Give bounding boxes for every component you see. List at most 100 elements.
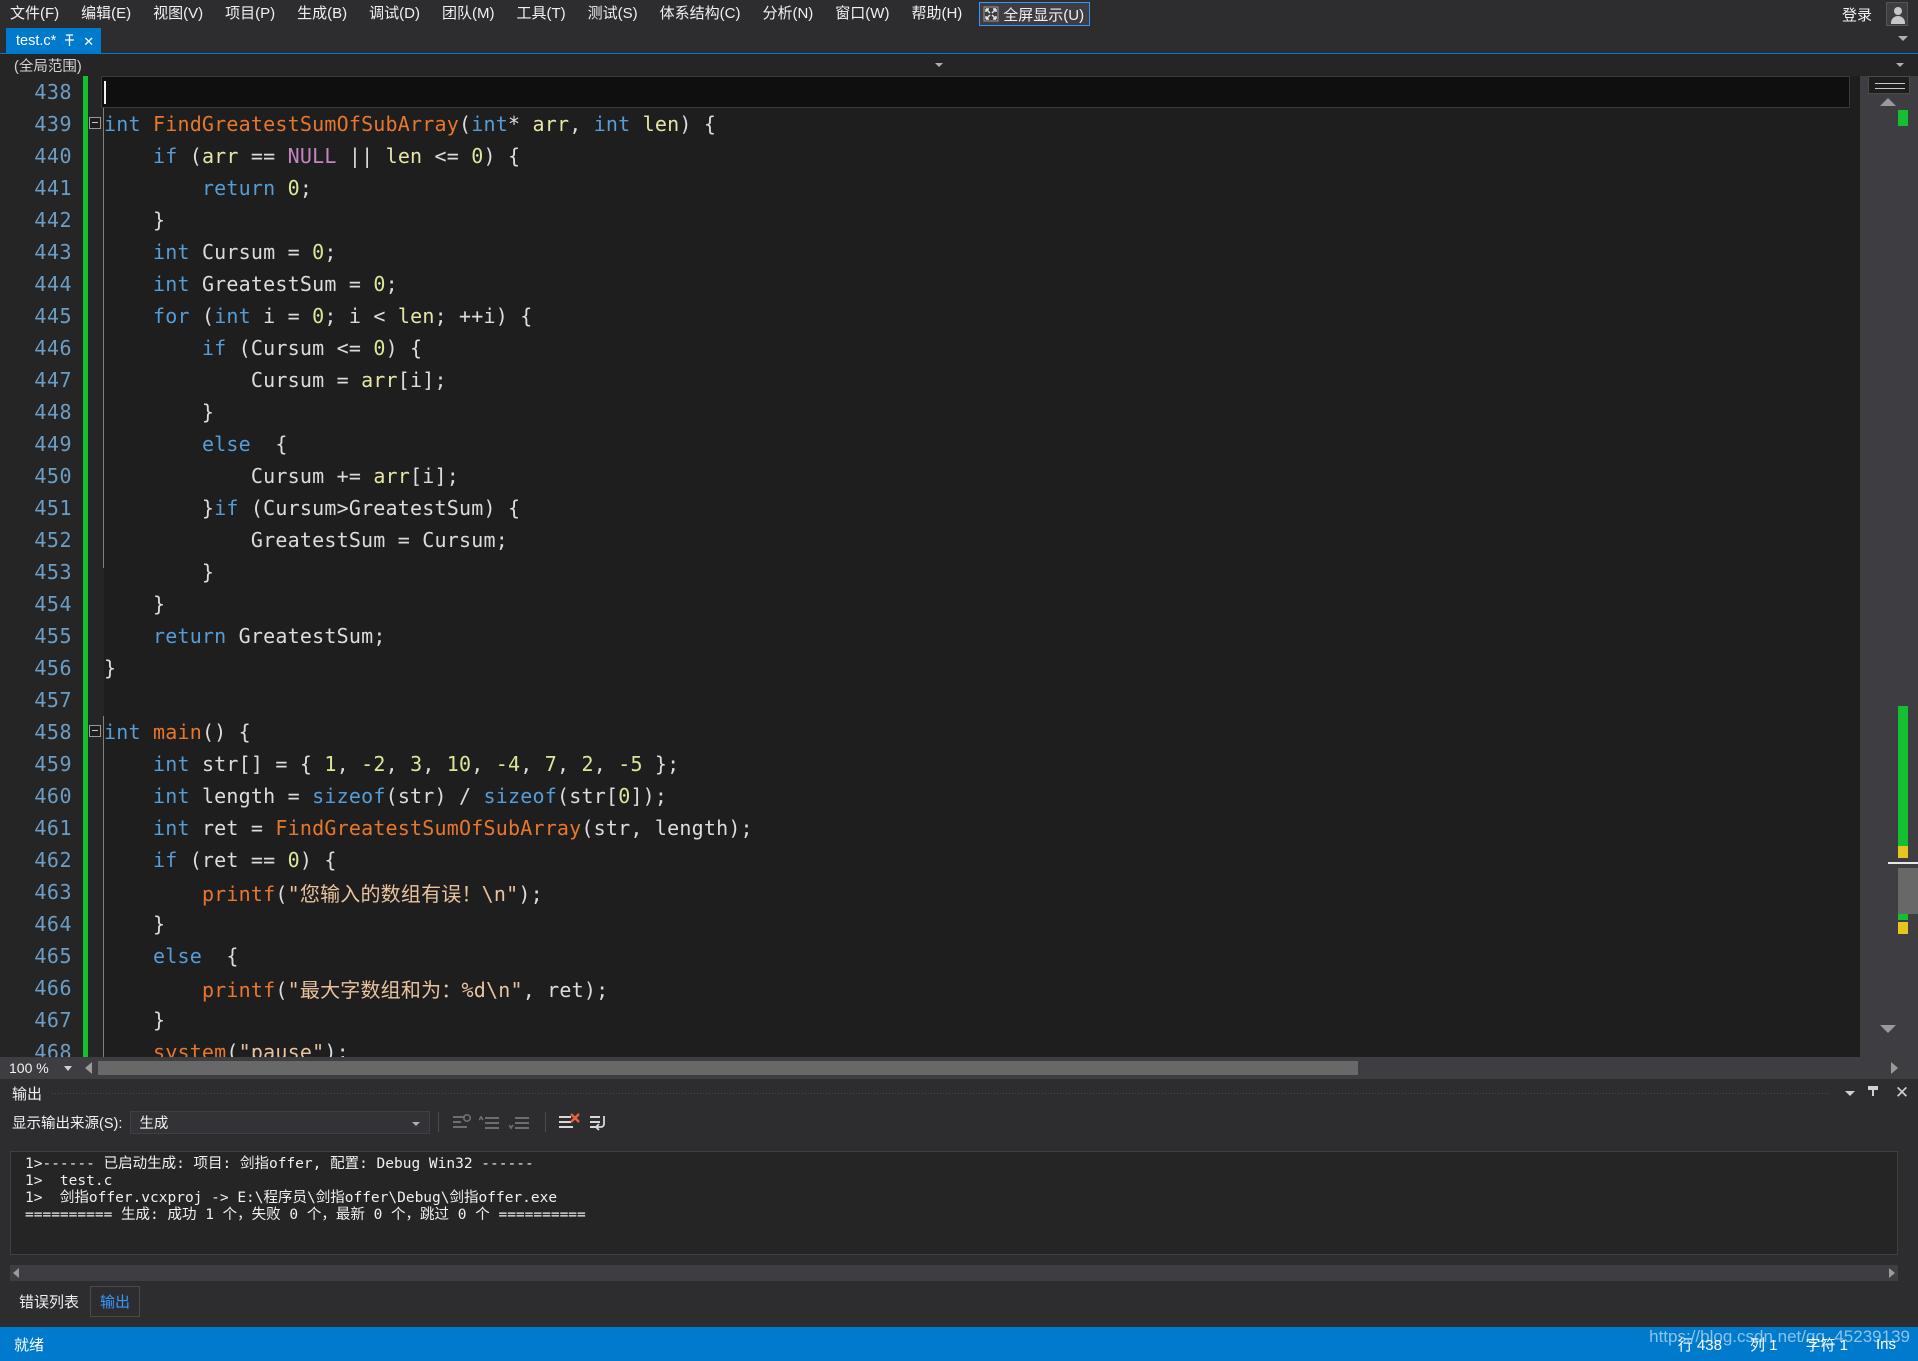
code-line[interactable]: 447 Cursum = arr[i];: [0, 364, 1860, 396]
fold-column[interactable]: [88, 300, 104, 332]
editor-split-handle[interactable]: [1868, 76, 1910, 94]
fullscreen-button[interactable]: 全屏显示(U): [979, 2, 1091, 26]
document-tab-test-c[interactable]: test.c* ✕: [6, 28, 102, 54]
chevron-down-icon[interactable]: [935, 63, 943, 67]
chevron-down-icon[interactable]: [412, 1121, 421, 1126]
code-line[interactable]: 450 Cursum += arr[i];: [0, 460, 1860, 492]
code-line[interactable]: 444 int GreatestSum = 0;: [0, 268, 1860, 300]
clear-all-icon[interactable]: [556, 1110, 582, 1134]
fold-column[interactable]: [88, 364, 104, 396]
code-line[interactable]: 449 else {: [0, 428, 1860, 460]
scroll-down-arrow-icon[interactable]: [1880, 1025, 1896, 1033]
code-line[interactable]: 442 }: [0, 204, 1860, 236]
code-line[interactable]: 440 if (arr == NULL || len <= 0) {: [0, 140, 1860, 172]
account-avatar-icon[interactable]: [1886, 2, 1908, 26]
scroll-left-arrow-icon[interactable]: [13, 1268, 19, 1278]
code-line[interactable]: 454 }: [0, 588, 1860, 620]
code-line[interactable]: 438: [0, 76, 1860, 108]
login-button[interactable]: 登录: [1828, 4, 1886, 25]
menu-project[interactable]: 项目(P): [214, 0, 286, 28]
fold-column[interactable]: [88, 172, 104, 204]
menu-debug[interactable]: 调试(D): [358, 0, 431, 28]
code-line[interactable]: 458 int main() {: [0, 716, 1860, 748]
scrollbar-thumb[interactable]: [1898, 868, 1918, 914]
zoom-level-dropdown[interactable]: 100 %: [0, 1057, 82, 1079]
fold-column[interactable]: [88, 1004, 104, 1036]
fold-column[interactable]: [88, 684, 104, 716]
chevron-down-icon[interactable]: [1898, 36, 1908, 41]
menu-help[interactable]: 帮助(H): [900, 0, 973, 28]
fold-column[interactable]: [88, 140, 104, 172]
fold-column[interactable]: [88, 716, 104, 748]
fold-column[interactable]: [88, 812, 104, 844]
code-line[interactable]: 464 }: [0, 908, 1860, 940]
code-line[interactable]: 453 }: [0, 556, 1860, 588]
menu-edit[interactable]: 编辑(E): [70, 0, 142, 28]
code-line[interactable]: 468 system("pause");: [0, 1036, 1860, 1057]
panel-pin-button[interactable]: [1866, 1083, 1886, 1103]
editor-vertical-scrollbar[interactable]: [1860, 76, 1918, 1057]
panel-dropdown-button[interactable]: [1840, 1083, 1860, 1103]
code-line[interactable]: 460 int length = sizeof(str) / sizeof(st…: [0, 780, 1860, 812]
fold-column[interactable]: [88, 396, 104, 428]
fold-column[interactable]: [88, 876, 104, 908]
menu-build[interactable]: 生成(B): [286, 0, 358, 28]
chevron-down-icon[interactable]: [1896, 63, 1904, 67]
menu-architecture[interactable]: 体系结构(C): [649, 0, 752, 28]
code-line[interactable]: 457: [0, 684, 1860, 716]
code-line[interactable]: 443 int Cursum = 0;: [0, 236, 1860, 268]
panel-close-button[interactable]: ✕: [1892, 1083, 1912, 1103]
scroll-up-arrow-icon[interactable]: [1880, 98, 1896, 106]
collapse-region-icon[interactable]: [89, 117, 101, 129]
code-line[interactable]: 445 for (int i = 0; i < len; ++i) {: [0, 300, 1860, 332]
fold-column[interactable]: [88, 844, 104, 876]
fold-column[interactable]: [88, 588, 104, 620]
code-lines-container[interactable]: 438 439 int FindGreatestSumOfSubArray(int*…: [0, 76, 1860, 1057]
output-text-area[interactable]: 1>------ 已启动生成: 项目: 剑指offer, 配置: Debug W…: [10, 1151, 1898, 1255]
fold-column[interactable]: [88, 332, 104, 364]
go-to-previous-message-icon[interactable]: [478, 1110, 505, 1134]
toggle-word-wrap-icon[interactable]: [586, 1110, 612, 1134]
code-line[interactable]: 456}: [0, 652, 1860, 684]
fold-column[interactable]: [88, 460, 104, 492]
chevron-down-icon[interactable]: [64, 1066, 72, 1071]
menu-team[interactable]: 团队(M): [431, 0, 506, 28]
code-line[interactable]: 439 int FindGreatestSumOfSubArray(int* ar…: [0, 108, 1860, 140]
code-line[interactable]: 452 GreatestSum = Cursum;: [0, 524, 1860, 556]
output-source-dropdown[interactable]: 生成: [130, 1110, 431, 1134]
code-line[interactable]: 451 }if (Cursum>GreatestSum) {: [0, 492, 1860, 524]
fold-column[interactable]: [88, 204, 104, 236]
code-line[interactable]: 455 return GreatestSum;: [0, 620, 1860, 652]
code-line[interactable]: 461 int ret = FindGreatestSumOfSubArray(…: [0, 812, 1860, 844]
menu-view[interactable]: 视图(V): [142, 0, 214, 28]
tool-tab-error-list[interactable]: 错误列表: [10, 1287, 88, 1316]
menu-file[interactable]: 文件(F): [0, 0, 70, 28]
collapse-region-icon[interactable]: [89, 725, 101, 737]
code-line[interactable]: 462 if (ret == 0) {: [0, 844, 1860, 876]
code-line[interactable]: 466 printf("最大字数组和为：%d\n", ret);: [0, 972, 1860, 1004]
fold-column[interactable]: [88, 524, 104, 556]
code-line[interactable]: 463 printf("您输入的数组有误！\n");: [0, 876, 1860, 908]
output-horizontal-scrollbar[interactable]: [10, 1265, 1898, 1281]
scope-dropdown[interactable]: (全局范围): [0, 54, 955, 76]
go-to-next-message-icon[interactable]: [508, 1110, 535, 1134]
fold-column[interactable]: [88, 940, 104, 972]
code-line[interactable]: 448 }: [0, 396, 1860, 428]
scroll-right-arrow-icon[interactable]: [1889, 1268, 1895, 1278]
fold-column[interactable]: [88, 620, 104, 652]
tool-tab-output[interactable]: 输出: [90, 1285, 141, 1317]
fold-column[interactable]: [88, 652, 104, 684]
fold-column[interactable]: [88, 108, 104, 140]
fold-column[interactable]: [88, 908, 104, 940]
scrollbar-thumb[interactable]: [98, 1061, 1358, 1075]
code-line[interactable]: 446 if (Cursum <= 0) {: [0, 332, 1860, 364]
fold-column[interactable]: [88, 556, 104, 588]
fold-column[interactable]: [88, 492, 104, 524]
fold-column[interactable]: [88, 236, 104, 268]
fold-column[interactable]: [88, 428, 104, 460]
scroll-right-arrow-icon[interactable]: [1891, 1062, 1898, 1074]
code-line[interactable]: 459 int str[] = { 1, -2, 3, 10, -4, 7, 2…: [0, 748, 1860, 780]
code-line[interactable]: 467 }: [0, 1004, 1860, 1036]
editor-horizontal-scrollbar[interactable]: [92, 1057, 1891, 1079]
fold-column[interactable]: [88, 1036, 104, 1057]
